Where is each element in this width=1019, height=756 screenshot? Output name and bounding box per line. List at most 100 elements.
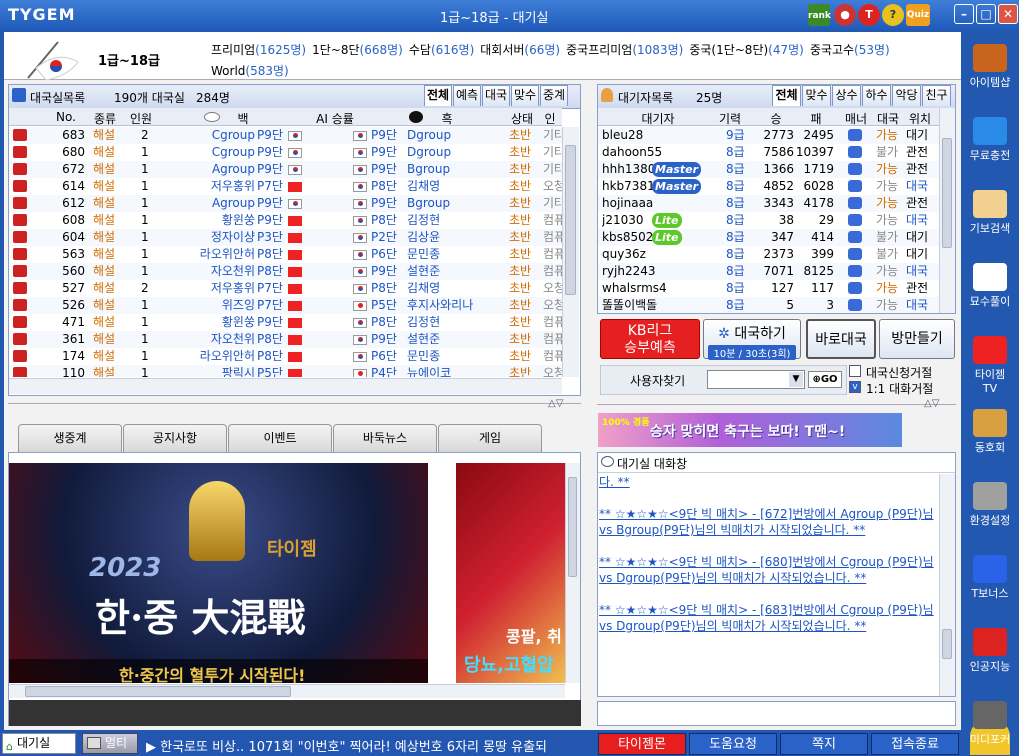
server-link[interactable]: World(583명) bbox=[211, 61, 289, 82]
game-list-hscroll[interactable] bbox=[9, 378, 562, 394]
table-row[interactable]: 361 해설 1 자오천위 P8단 P9단 설현준 초반 컴퓨 bbox=[9, 331, 562, 348]
sidebar-item[interactable]: 아이템샵 bbox=[968, 44, 1012, 90]
banner-health[interactable]: 콩팥, 취 당뇨,고혈압 bbox=[456, 463, 566, 683]
server-link[interactable]: 중국(1단~8단)(47명) bbox=[689, 40, 804, 61]
table-row[interactable]: 672 해설 1 Agroup P9단 P9단 Bgroup 초반 기타 bbox=[9, 161, 562, 178]
list-item[interactable]: whalsrms4 8급 127 117 가능 관전 bbox=[598, 280, 939, 297]
game-list-tab[interactable]: 맞수 bbox=[511, 85, 539, 106]
quiz-icon[interactable]: Quiz bbox=[906, 4, 930, 26]
waiting-list-tab[interactable]: 전체 bbox=[772, 85, 801, 106]
waiting-scroll-thumb[interactable] bbox=[942, 138, 952, 248]
server-link[interactable]: 중국프리미엄(1083명) bbox=[566, 40, 683, 61]
table-row[interactable]: 614 해설 1 저우홍위 P7단 P8단 김채영 초반 오청 bbox=[9, 178, 562, 195]
col-no[interactable]: No. bbox=[49, 110, 83, 124]
col-loss[interactable]: 패 bbox=[798, 110, 834, 127]
help-request-button[interactable]: 도움요청 bbox=[689, 733, 777, 755]
list-item[interactable]: hhh1380 Master 8급 1366 1719 가능 관전 bbox=[598, 161, 939, 178]
news-scroll-thumb[interactable] bbox=[568, 477, 577, 577]
table-row[interactable]: 174 해설 1 라오위안허 P8단 P6단 문민종 초반 컴퓨 bbox=[9, 348, 562, 365]
col-manner[interactable]: 매너 bbox=[840, 110, 872, 127]
table-row[interactable]: 110 해설 1 팡릭시 P5단 P4단 뉴에이코 초반 오청 bbox=[9, 365, 562, 377]
promo-banner[interactable]: 100% 경품 승자 맞히면 축구는 보따! T맨~! bbox=[598, 413, 902, 447]
create-room-button[interactable]: 방만들기 bbox=[879, 319, 955, 359]
message-button[interactable]: 쪽지 bbox=[780, 733, 868, 755]
list-item[interactable]: kbs8502 Lite 8급 347 414 불가 대기 bbox=[598, 229, 939, 246]
waiting-room-button[interactable]: ⌂ 대기실 bbox=[2, 733, 76, 754]
table-row[interactable]: 683 해설 2 Cgroup P9단 P9단 Dgroup 초반 기타 bbox=[9, 127, 562, 144]
list-item[interactable]: ryjh2243 8급 7071 8125 가능 대국 bbox=[598, 263, 939, 280]
splitter-arrows-icon[interactable]: △▽ bbox=[548, 398, 563, 409]
go-button[interactable]: ⊕GO bbox=[808, 371, 842, 388]
list-item[interactable]: j21030 Lite 8급 38 29 가능 대국 bbox=[598, 212, 939, 229]
challenge-button[interactable]: ✲ 대국하기 10분 / 30초(3회) bbox=[703, 319, 801, 360]
news-ticker[interactable]: ▶ 한국로또 비상.. 1071회 "이번호" 찍어라! 예상번호 6자리 몽땅… bbox=[146, 736, 594, 755]
splitter-right[interactable] bbox=[597, 404, 956, 410]
col-player[interactable]: 대기자 bbox=[628, 110, 688, 127]
bowling-icon[interactable]: ● bbox=[834, 4, 856, 26]
news-scrollbar[interactable] bbox=[565, 463, 580, 683]
table-row[interactable]: 604 해설 1 정자이샹 P3단 P2단 김상윤 초반 컴퓨 bbox=[9, 229, 562, 246]
chat-input[interactable] bbox=[597, 701, 956, 726]
reject-game-checkbox[interactable] bbox=[849, 365, 861, 377]
kb-league-button[interactable]: KB리그 승부예측 bbox=[600, 319, 700, 359]
news-tab[interactable]: 바둑뉴스 bbox=[333, 424, 437, 452]
news-hscroll-thumb[interactable] bbox=[25, 686, 291, 697]
col-win[interactable]: 승 bbox=[758, 110, 794, 127]
multi-button[interactable]: 멀티 bbox=[82, 733, 138, 754]
table-row[interactable]: 612 해설 1 Agroup P9단 P9단 Bgroup 초반 기타 bbox=[9, 195, 562, 212]
waiting-list-tab[interactable]: 친구 bbox=[922, 85, 951, 106]
table-row[interactable]: 560 해설 1 자오천위 P8단 P9단 설현준 초반 컴퓨 bbox=[9, 263, 562, 280]
rank-icon[interactable]: rank bbox=[808, 4, 831, 26]
chat-scroll-thumb[interactable] bbox=[942, 629, 952, 659]
time-setting[interactable]: 10분 / 30초(3회) bbox=[708, 345, 796, 360]
sidebar-item[interactable]: 기보검색 bbox=[968, 190, 1012, 236]
close-button[interactable]: ✕ bbox=[998, 4, 1018, 24]
list-item[interactable]: bleu28 9급 2773 2495 가능 대기 bbox=[598, 127, 939, 144]
tygemmon-button[interactable]: 타이젬몬 bbox=[598, 733, 686, 755]
game-list-tab[interactable]: 예측 bbox=[453, 85, 481, 106]
col-location[interactable]: 위치 bbox=[904, 110, 936, 127]
col-type[interactable]: 종류 bbox=[85, 110, 125, 127]
t-icon[interactable]: T bbox=[858, 4, 880, 26]
table-row[interactable]: 608 해설 1 황윈쑹 P9단 P8단 김정현 초반 컴퓨 bbox=[9, 212, 562, 229]
sidebar-item[interactable]: 묘수풀이 bbox=[968, 263, 1012, 309]
splitter[interactable] bbox=[8, 403, 581, 411]
sidebar-item[interactable]: 환경설정 bbox=[968, 482, 1012, 528]
waiting-list-tab[interactable]: 상수 bbox=[832, 85, 861, 106]
chat-scrollbar[interactable] bbox=[939, 474, 955, 696]
maximize-button[interactable]: □ bbox=[976, 4, 996, 24]
waiting-list-tab[interactable]: 악당 bbox=[892, 85, 921, 106]
table-row[interactable]: 680 해설 1 Cgroup P9단 P9단 Dgroup 초반 기타 bbox=[9, 144, 562, 161]
quick-game-button[interactable]: 바로대국 bbox=[806, 319, 876, 359]
news-tab[interactable]: 공지사항 bbox=[123, 424, 227, 452]
col-rank[interactable]: 기력 bbox=[710, 110, 750, 127]
news-hscroll[interactable] bbox=[9, 684, 565, 698]
col-status[interactable]: 상태 bbox=[505, 110, 539, 127]
sidebar-item[interactable]: 무료충전 bbox=[968, 117, 1012, 163]
server-link[interactable]: 대회서버(66명) bbox=[480, 40, 560, 61]
reject-chat-checkbox[interactable]: v bbox=[849, 381, 861, 393]
sidebar-item[interactable]: 미디포커 bbox=[968, 701, 1012, 747]
sidebar-item[interactable]: 동호회 bbox=[968, 409, 1012, 455]
server-link[interactable]: 중국고수(53명) bbox=[810, 40, 890, 61]
sidebar-item[interactable]: 타이젬TV bbox=[968, 336, 1012, 395]
col-people[interactable]: 인원 bbox=[125, 110, 157, 127]
list-item[interactable]: hkb7381 Master 8급 4852 6028 가능 대국 bbox=[598, 178, 939, 195]
banner-hanjung[interactable]: 2023 타이젬 한·중 大混戰 한·중간의 혈투가 시작된다! bbox=[9, 463, 428, 683]
server-link[interactable]: 1단~8단(668명) bbox=[312, 40, 403, 61]
news-tab[interactable]: 이벤트 bbox=[228, 424, 332, 452]
waiting-list-tab[interactable]: 하수 bbox=[862, 85, 891, 106]
splitter-right-arrows-icon[interactable]: △▽ bbox=[924, 398, 939, 409]
list-item[interactable]: hojinaaa 8급 3343 4178 가능 관전 bbox=[598, 195, 939, 212]
logout-button[interactable]: 접속종료 bbox=[871, 733, 959, 755]
server-link[interactable]: 수담(616명) bbox=[409, 40, 474, 61]
col-black[interactable]: 흑 bbox=[427, 110, 467, 127]
col-white[interactable]: 백 bbox=[223, 110, 263, 127]
user-search-input[interactable]: ▼ bbox=[707, 370, 805, 389]
table-row[interactable]: 563 해설 1 라오위안허 P8단 P6단 문민종 초반 컴퓨 bbox=[9, 246, 562, 263]
table-row[interactable]: 471 해설 1 황윈쑹 P9단 P8단 김정현 초반 컴퓨 bbox=[9, 314, 562, 331]
table-row[interactable]: 526 해설 1 위즈잉 P7단 P5단 후지사와리나 초반 오청 bbox=[9, 297, 562, 314]
sidebar-item[interactable]: T보너스 bbox=[968, 555, 1012, 601]
minimize-button[interactable]: – bbox=[954, 4, 974, 24]
list-item[interactable]: 똘똘이백돌 8급 5 3 가능 대국 bbox=[598, 297, 939, 313]
